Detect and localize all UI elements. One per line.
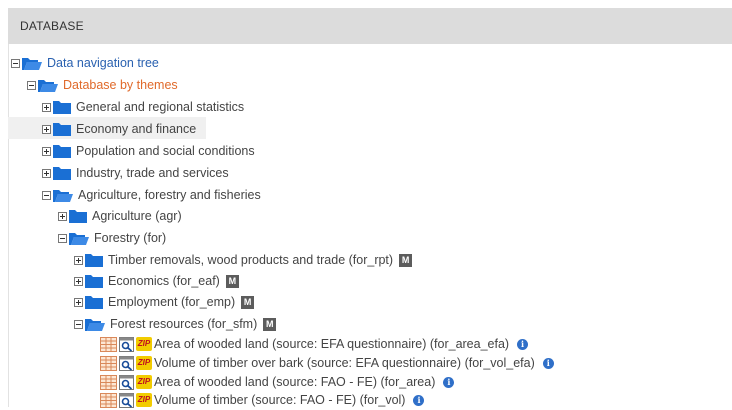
- zip-icon[interactable]: ZIP: [136, 393, 152, 407]
- folder-closed-icon: [85, 275, 103, 288]
- expand-icon[interactable]: [74, 255, 83, 265]
- expand-icon[interactable]: [42, 124, 51, 134]
- tree-node-label[interactable]: Forestry (for): [94, 231, 166, 245]
- tree-node-label[interactable]: General and regional statistics: [76, 100, 244, 114]
- tree-node-timber[interactable]: Timber removals, wood products and trade…: [74, 250, 413, 270]
- metadata-icon[interactable]: M: [225, 274, 239, 288]
- table-icon[interactable]: [100, 374, 117, 390]
- zip-icon[interactable]: ZIP: [136, 375, 152, 389]
- data-explorer-icon[interactable]: [119, 374, 134, 390]
- navigation-tree: Data navigation tree Database by themes …: [0, 0, 732, 410]
- folder-closed-icon: [53, 101, 71, 114]
- tree-node-database-by-themes[interactable]: Database by themes: [27, 75, 178, 95]
- table-icon[interactable]: [100, 336, 117, 352]
- dataset-label[interactable]: Area of wooded land (source: FAO - FE) (…: [154, 375, 435, 389]
- folder-closed-icon: [85, 254, 103, 267]
- info-icon[interactable]: i: [443, 376, 455, 388]
- tree-node-label[interactable]: Agriculture (agr): [92, 209, 182, 223]
- metadata-icon[interactable]: M: [241, 295, 255, 309]
- tree-node-economics[interactable]: Economics (for_eaf) M: [74, 271, 239, 291]
- table-icon[interactable]: [100, 392, 117, 408]
- table-icon[interactable]: [100, 355, 117, 371]
- tree-node-label[interactable]: Timber removals, wood products and trade…: [108, 253, 393, 267]
- tree-node-label[interactable]: Agriculture, forestry and fisheries: [78, 188, 261, 202]
- folder-open-icon: [38, 80, 58, 92]
- tree-node-general-regional[interactable]: General and regional statistics: [42, 97, 244, 117]
- tree-node-employment[interactable]: Employment (for_emp) M: [74, 292, 255, 312]
- tree-node-economy-finance[interactable]: Economy and finance: [42, 119, 196, 139]
- metadata-icon[interactable]: M: [263, 317, 277, 331]
- tree-node-label[interactable]: Data navigation tree: [47, 56, 159, 70]
- folder-open-icon: [69, 233, 89, 245]
- folder-closed-icon: [53, 145, 71, 158]
- dataset-row[interactable]: ZIP Volume of timber over bark (source: …: [100, 353, 554, 373]
- collapse-icon[interactable]: [74, 319, 83, 329]
- info-icon[interactable]: i: [517, 338, 529, 350]
- tree-node-label[interactable]: Industry, trade and services: [76, 166, 229, 180]
- folder-closed-icon: [69, 210, 87, 223]
- dataset-label[interactable]: Volume of timber over bark (source: EFA …: [154, 356, 535, 370]
- dataset-label[interactable]: Volume of timber (source: FAO - FE) (for…: [154, 393, 405, 407]
- collapse-icon[interactable]: [11, 58, 20, 68]
- metadata-icon[interactable]: M: [399, 253, 413, 267]
- tree-node-root[interactable]: Data navigation tree: [11, 53, 159, 73]
- tree-node-label[interactable]: Economy and finance: [76, 122, 196, 136]
- zip-icon[interactable]: ZIP: [136, 337, 152, 351]
- folder-open-icon: [22, 58, 42, 70]
- tree-node-industry[interactable]: Industry, trade and services: [42, 163, 229, 183]
- info-icon[interactable]: i: [413, 394, 425, 406]
- folder-closed-icon: [85, 296, 103, 309]
- folder-closed-icon: [53, 123, 71, 136]
- folder-closed-icon: [53, 167, 71, 180]
- dataset-row[interactable]: ZIP Volume of timber (source: FAO - FE) …: [100, 390, 425, 410]
- collapse-icon[interactable]: [58, 233, 67, 243]
- tree-node-label[interactable]: Economics (for_eaf): [108, 274, 220, 288]
- folder-open-icon: [53, 190, 73, 202]
- collapse-icon[interactable]: [42, 190, 51, 200]
- tree-node-label[interactable]: Population and social conditions: [76, 144, 255, 158]
- tree-node-forest-resources[interactable]: Forest resources (for_sfm) M: [74, 314, 277, 334]
- info-icon[interactable]: i: [542, 357, 554, 369]
- dataset-label[interactable]: Area of wooded land (source: EFA questio…: [154, 337, 509, 351]
- expand-icon[interactable]: [42, 102, 51, 112]
- tree-node-population[interactable]: Population and social conditions: [42, 141, 255, 161]
- tree-node-label[interactable]: Employment (for_emp): [108, 295, 235, 309]
- tree-node-agriculture-forestry[interactable]: Agriculture, forestry and fisheries: [42, 185, 261, 205]
- expand-icon[interactable]: [58, 211, 67, 221]
- expand-icon[interactable]: [42, 168, 51, 178]
- tree-node-forestry[interactable]: Forestry (for): [58, 228, 166, 248]
- tree-node-label[interactable]: Forest resources (for_sfm): [110, 317, 257, 331]
- expand-icon[interactable]: [42, 146, 51, 156]
- expand-icon[interactable]: [74, 297, 83, 307]
- data-explorer-icon[interactable]: [119, 392, 134, 408]
- folder-open-icon: [85, 319, 105, 331]
- dataset-row[interactable]: ZIP Area of wooded land (source: EFA que…: [100, 334, 529, 354]
- tree-node-agriculture[interactable]: Agriculture (agr): [58, 206, 182, 226]
- dataset-row[interactable]: ZIP Area of wooded land (source: FAO - F…: [100, 372, 455, 392]
- data-explorer-icon[interactable]: [119, 355, 134, 371]
- tree-node-label[interactable]: Database by themes: [63, 78, 178, 92]
- expand-icon[interactable]: [74, 276, 83, 286]
- collapse-icon[interactable]: [27, 80, 36, 90]
- data-explorer-icon[interactable]: [119, 336, 134, 352]
- zip-icon[interactable]: ZIP: [136, 356, 152, 370]
